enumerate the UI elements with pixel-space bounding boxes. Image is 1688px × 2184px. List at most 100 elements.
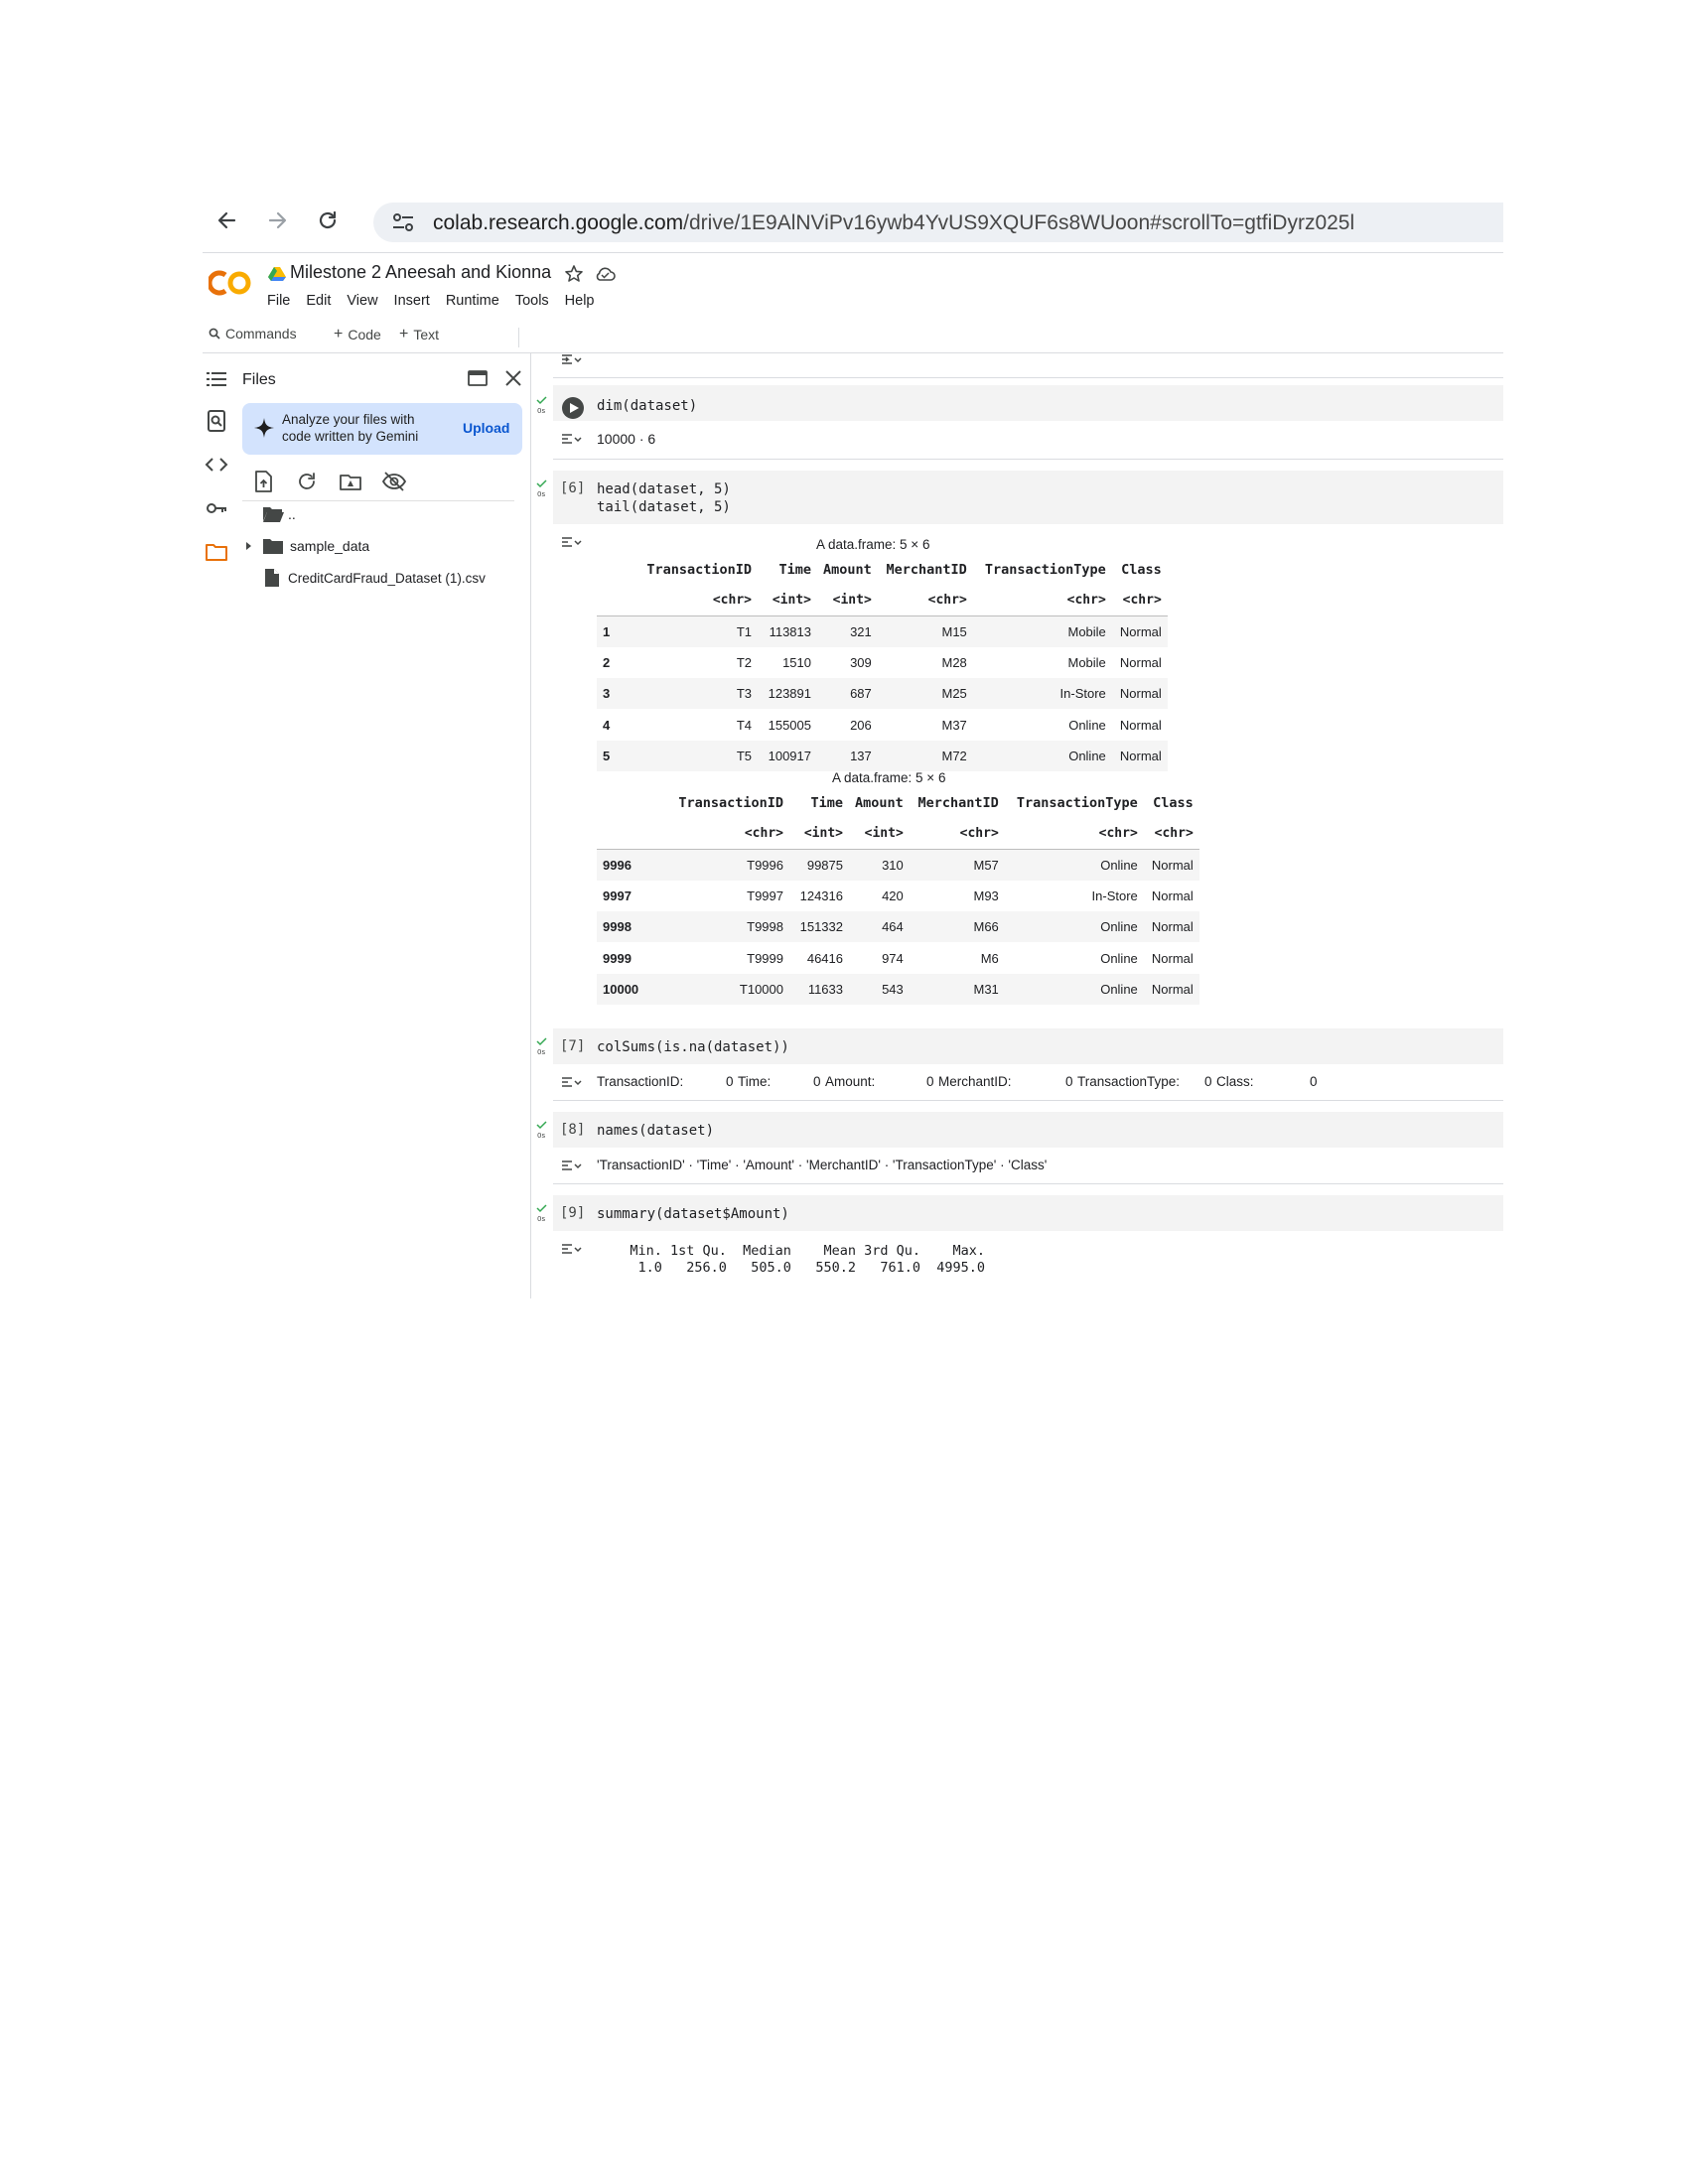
svg-text:0s: 0s <box>537 1048 545 1056</box>
close-icon[interactable] <box>500 365 526 391</box>
upload-button[interactable]: Upload <box>463 420 509 436</box>
panel-border <box>530 353 531 1298</box>
mount-drive-icon[interactable] <box>338 469 363 494</box>
table-cell: 137 <box>817 740 878 772</box>
commands-button[interactable]: Commands <box>209 326 297 341</box>
svg-text:0s: 0s <box>537 407 545 415</box>
gemini-promo-text: Analyze your files with code written by … <box>282 412 419 444</box>
row-name-cell: 10000 <box>597 973 662 1006</box>
drive-icon[interactable] <box>268 266 286 282</box>
svg-text:0s: 0s <box>537 490 545 498</box>
add-text-button[interactable]: + Text <box>399 326 439 343</box>
tree-file-csv[interactable]: CreditCardFraud_Dataset (1).csv <box>264 566 486 590</box>
star-icon[interactable] <box>564 264 584 284</box>
table-cell: Normal <box>1111 740 1168 772</box>
menu-insert[interactable]: Insert <box>393 292 438 310</box>
chevron-right-icon[interactable] <box>242 540 254 552</box>
tail-dataframe-table: TransactionID Time Amount MerchantID Tra… <box>597 787 1199 1006</box>
table-cell: M31 <box>909 973 1005 1006</box>
table-row: 9997 T9997 124316 420 M93 In-Store Normal <box>597 881 1199 911</box>
table-of-contents-icon[interactable] <box>205 367 228 391</box>
refresh-icon[interactable] <box>294 469 320 494</box>
execution-count: [8] <box>560 1122 586 1138</box>
table-cell: Normal <box>1151 888 1194 904</box>
table-cell: 310 <box>849 849 910 881</box>
na-name: TransactionType: <box>1077 1074 1181 1089</box>
run-cell-button[interactable] <box>562 397 584 419</box>
reload-icon[interactable] <box>312 205 344 236</box>
type-header: <int> <box>817 585 878 617</box>
type-header: <int> <box>758 585 817 617</box>
menu-help[interactable]: Help <box>564 292 603 310</box>
table-cell: Online <box>1004 973 1144 1006</box>
table-cell: 1510 <box>782 655 811 671</box>
cloud-save-icon[interactable] <box>594 265 616 283</box>
code-text[interactable]: names(dataset) <box>597 1122 714 1141</box>
table-cell: Normal <box>1119 717 1162 733</box>
add-code-label: Code <box>348 327 381 342</box>
output-toggle-icon[interactable] <box>560 431 582 447</box>
menu-file[interactable]: File <box>266 292 298 310</box>
output-toggle-icon[interactable] <box>560 1074 582 1090</box>
na-value: 0 <box>726 1074 734 1089</box>
code-text[interactable]: dim(dataset) <box>597 397 697 416</box>
menu-runtime[interactable]: Runtime <box>445 292 507 310</box>
tree-folder-sample-data[interactable]: sample_data <box>242 534 369 558</box>
table-cell: Mobile <box>1067 655 1106 671</box>
summary-values-line: 1.0 256.0 505.0 550.2 761.0 4995.0 <box>606 1260 994 1276</box>
code-line[interactable]: tail(dataset, 5) <box>597 498 731 517</box>
table-cell: Online <box>1004 849 1144 881</box>
table-cell: Normal <box>1111 615 1168 647</box>
code-text[interactable]: summary(dataset$Amount) <box>597 1205 789 1224</box>
notebook-title[interactable]: Milestone 2 Aneesah and Kionna <box>290 262 551 283</box>
address-bar[interactable]: colab.research.google.com/drive/1E9AlNVi… <box>373 203 1503 242</box>
open-folder-icon <box>263 507 284 522</box>
head-dataframe-table: TransactionID Time Amount MerchantID Tra… <box>597 554 1168 772</box>
open-in-tab-icon[interactable] <box>465 365 491 391</box>
execution-check-icon: 0s <box>536 1120 548 1140</box>
colab-logo[interactable] <box>207 268 252 298</box>
add-code-button[interactable]: + Code <box>334 326 381 343</box>
site-info-icon[interactable] <box>391 211 415 233</box>
table-cell: 543 <box>849 973 910 1006</box>
na-name: Class: <box>1216 1074 1254 1089</box>
output-toggle-icon[interactable] <box>560 351 582 367</box>
secrets-key-icon[interactable] <box>205 496 228 520</box>
menu-edit[interactable]: Edit <box>305 292 339 310</box>
code-snippets-icon[interactable] <box>205 453 228 477</box>
upload-file-icon[interactable] <box>250 469 276 494</box>
table-cell: M25 <box>877 678 973 710</box>
code-text[interactable]: colSums(is.na(dataset)) <box>597 1038 789 1057</box>
column-header: Class <box>1153 794 1194 811</box>
table-header-row: TransactionID Time Amount MerchantID Tra… <box>597 554 1168 585</box>
table-type-row: <chr> <int> <int> <chr> <chr> <chr> <box>597 585 1168 617</box>
table-cell: 420 <box>882 888 904 904</box>
hide-files-icon[interactable] <box>381 469 407 494</box>
table-cell: 464 <box>849 911 910 943</box>
table-cell: Online <box>1100 950 1138 966</box>
output-toggle-icon[interactable] <box>560 1241 582 1257</box>
svg-text:0s: 0s <box>537 1215 545 1223</box>
dataframe-caption: A data.frame: 5 × 6 <box>832 770 946 785</box>
menu-bar: File Edit View Insert Runtime Tools Help <box>266 292 610 310</box>
execution-count: [6] <box>560 480 586 496</box>
output-toggle-icon[interactable] <box>560 1158 582 1173</box>
forward-icon[interactable] <box>262 205 294 236</box>
table-cell: In-Store <box>972 678 1112 710</box>
gemini-promo: Analyze your files with code written by … <box>242 403 522 455</box>
menu-view[interactable]: View <box>346 292 385 310</box>
table-row: 2 T2 1510 309 M28 Mobile Normal <box>597 647 1168 678</box>
find-replace-icon[interactable] <box>205 409 228 433</box>
menu-tools[interactable]: Tools <box>514 292 557 310</box>
table-cell: 974 <box>882 950 904 966</box>
table-cell: 124316 <box>799 888 843 904</box>
files-folder-icon[interactable] <box>205 540 228 564</box>
previous-output-edge <box>553 353 1503 361</box>
table-cell: 11633 <box>789 973 849 1006</box>
back-icon[interactable] <box>211 205 242 236</box>
tree-parent-folder[interactable]: .. <box>262 502 296 526</box>
code-line[interactable]: head(dataset, 5) <box>597 480 731 499</box>
output-toggle-icon[interactable] <box>560 534 582 550</box>
na-value: 0 <box>926 1074 934 1089</box>
table-cell: Online <box>1004 911 1144 943</box>
